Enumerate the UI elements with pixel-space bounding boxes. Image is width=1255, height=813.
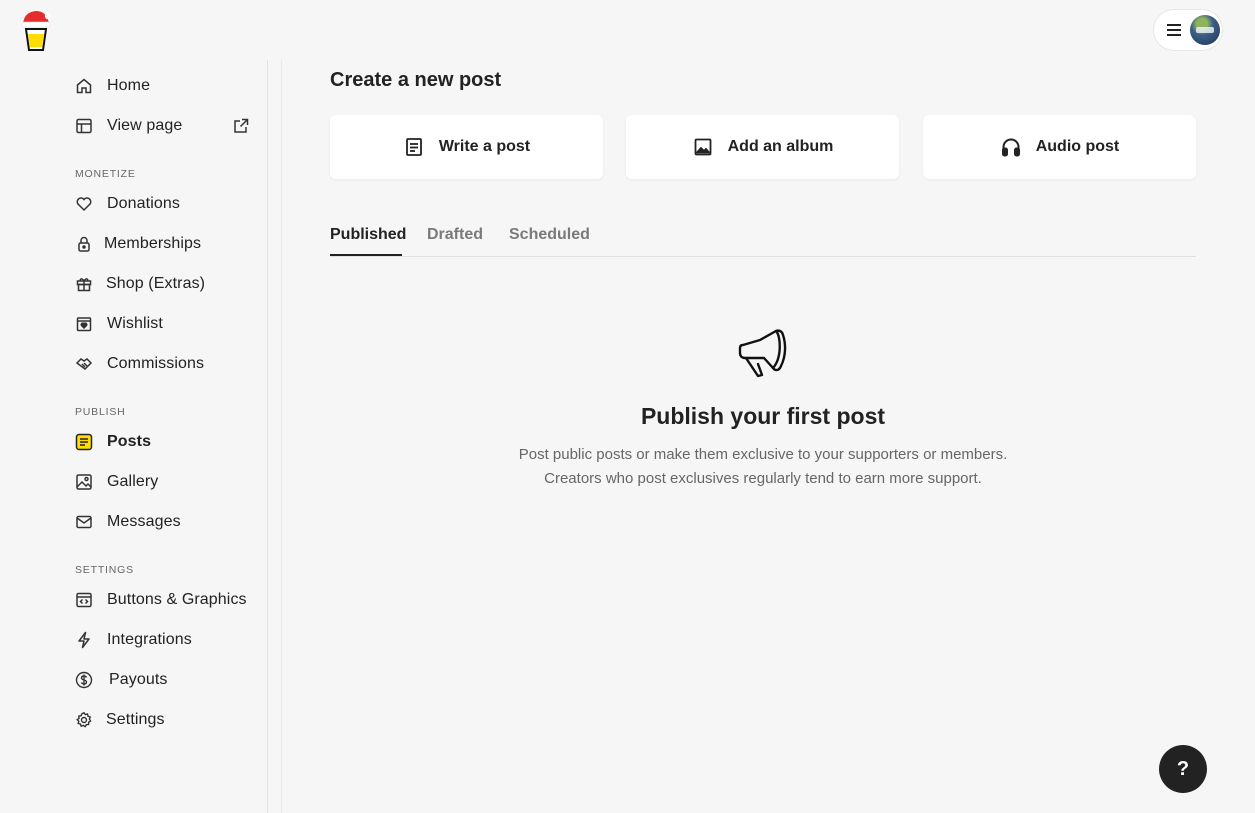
page-title: Create a new post [330,69,502,91]
headphones-icon [1000,136,1022,158]
sidebar-item-label: Integrations [107,631,192,648]
sidebar-item-label: Settings [106,711,165,728]
home-icon [75,77,93,95]
account-menu-button[interactable] [1153,9,1223,51]
sidebar-item-label: Messages [107,513,181,530]
sidebar-item-label: Wishlist [107,315,163,332]
layout-icon [75,117,93,135]
sidebar-item-label: Home [107,77,151,94]
lock-icon [75,235,93,253]
sidebar-item-payouts[interactable]: Payouts [75,665,168,695]
hamburger-icon [1167,24,1181,36]
sidebar-item-buttons-graphics[interactable]: Buttons & Graphics [75,585,247,615]
empty-state-line-1: Post public posts or make them exclusive… [518,446,1008,463]
sidebar-item-commissions[interactable]: Commissions [75,349,204,379]
gift-icon [75,275,93,293]
active-tab-indicator [330,254,402,256]
section-label-monetize: MONETIZE [75,168,136,180]
sidebar-item-posts[interactable]: Posts [75,427,151,457]
handshake-icon [75,355,93,373]
write-post-button[interactable]: Write a post [330,115,603,179]
empty-state-title: Publish your first post [640,403,886,429]
wishlist-icon [75,315,93,333]
image-icon [75,473,93,491]
section-label-settings: SETTINGS [75,564,134,576]
sidebar-item-label: Commissions [107,355,205,372]
sidebar-item-label: Donations [107,195,180,212]
empty-state-line-2: Creators who post exclusives regularly t… [544,470,982,487]
external-link-icon[interactable] [232,117,250,135]
card-label: Audio post [1035,138,1120,155]
dollar-icon [75,671,93,689]
content-divider [281,60,282,813]
sidebar-item-messages[interactable]: Messages [75,507,181,537]
document-icon [403,136,425,158]
sidebar-item-view-page[interactable]: View page [75,111,182,141]
sidebar-item-integrations[interactable]: Integrations [75,625,192,655]
sidebar-item-label: Posts [107,433,152,450]
help-button[interactable]: ? [1159,745,1207,793]
sidebar-item-label: Payouts [109,671,168,688]
sidebar-item-wishlist[interactable]: Wishlist [75,309,163,339]
sidebar-item-home[interactable]: Home [75,71,150,101]
lightning-icon [75,631,93,649]
sidebar-item-label: Buttons & Graphics [107,591,247,608]
gear-icon [75,711,93,729]
megaphone-icon [736,326,790,380]
sidebar-item-shop[interactable]: Shop (Extras) [75,269,205,299]
post-status-tabs: Published Drafted Scheduled [330,222,1196,257]
add-album-button[interactable]: Add an album [626,115,899,179]
code-window-icon [75,591,93,609]
image-icon [692,136,714,158]
logo[interactable] [18,10,54,54]
tab-scheduled[interactable]: Scheduled [509,226,590,244]
avatar [1190,15,1220,45]
card-label: Write a post [438,138,531,155]
sidebar-item-label: Shop (Extras) [106,275,206,292]
sidebar-item-memberships[interactable]: Memberships [75,229,201,259]
sidebar-item-gallery[interactable]: Gallery [75,467,158,497]
sidebar-item-label: View page [107,117,183,134]
mail-icon [75,513,93,531]
posts-icon [75,433,93,451]
sidebar-item-settings[interactable]: Settings [75,705,165,735]
tab-published[interactable]: Published [330,226,406,244]
empty-state-description: Post public posts or make them exclusive… [330,443,1196,491]
sidebar-item-label: Memberships [104,235,202,252]
card-label: Add an album [727,138,834,155]
tab-drafted[interactable]: Drafted [427,226,483,244]
section-label-publish: PUBLISH [75,406,126,418]
audio-post-button[interactable]: Audio post [923,115,1196,179]
sidebar-item-label: Gallery [107,473,159,490]
heart-icon [75,195,93,213]
sidebar-item-donations[interactable]: Donations [75,189,180,219]
